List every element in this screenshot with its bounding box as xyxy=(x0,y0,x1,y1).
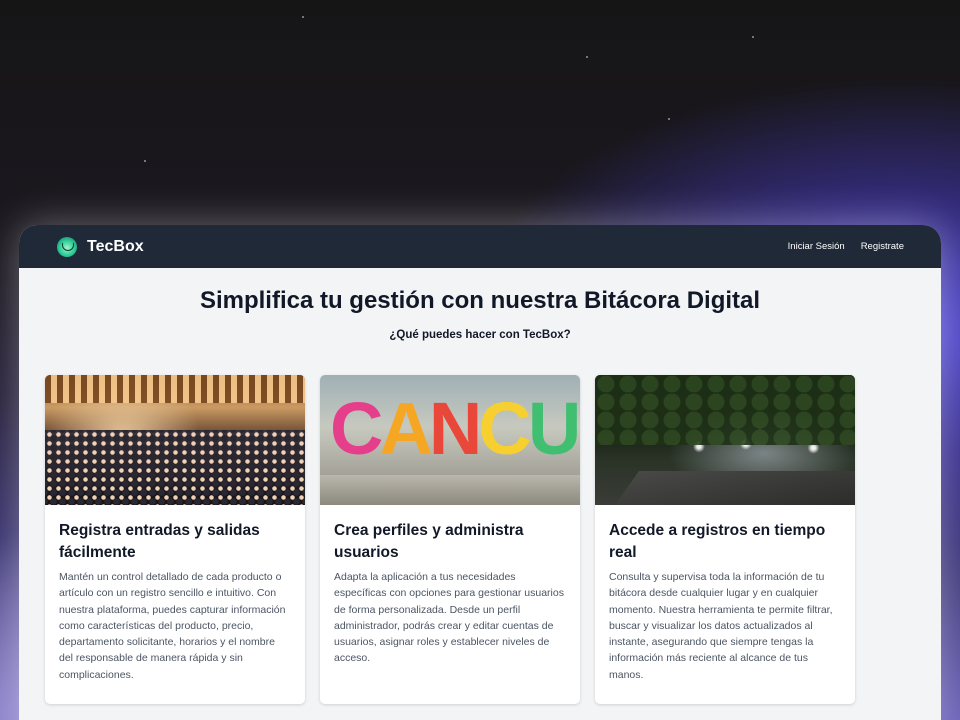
tecbox-logo-icon xyxy=(57,236,77,257)
card-text: Consulta y supervisa toda la información… xyxy=(609,571,833,681)
star xyxy=(668,118,670,120)
feature-cards: Registra entradas y salidas fácilmente M… xyxy=(45,375,855,704)
brand-name: TecBox xyxy=(87,237,144,255)
night-campus-photo xyxy=(595,375,855,505)
sign-letter: N xyxy=(428,387,482,470)
card-text: Mantén un control detallado de cada prod… xyxy=(59,571,286,681)
sign-letter: A xyxy=(379,387,432,470)
card-title: Accede a registros en tiempo real xyxy=(609,522,826,561)
feature-card-realtime: Accede a registros en tiempo real Consul… xyxy=(595,375,855,704)
graduation-photo xyxy=(45,375,305,505)
page-subtitle: ¿Qué puedes hacer con TecBox? xyxy=(389,329,571,341)
brand[interactable]: TecBox xyxy=(57,236,144,257)
star xyxy=(302,16,304,18)
feature-card-users: C A N C U N Crea perfiles y administra u… xyxy=(320,375,580,704)
sign-letter: C xyxy=(478,387,531,470)
card-title: Registra entradas y salidas fácilmente xyxy=(59,522,260,561)
card-body: Registra entradas y salidas fácilmente M… xyxy=(45,505,305,683)
app-window: TecBox Iniciar Sesión Registrate Simplif… xyxy=(19,225,941,720)
star xyxy=(144,160,146,162)
navbar: TecBox Iniciar Sesión Registrate xyxy=(19,225,941,268)
star xyxy=(752,36,754,38)
register-link[interactable]: Registrate xyxy=(861,241,904,252)
feature-card-entries: Registra entradas y salidas fácilmente M… xyxy=(45,375,305,704)
card-title: Crea perfiles y administra usuarios xyxy=(334,522,524,561)
sign-letter: U xyxy=(527,387,580,470)
card-body: Crea perfiles y administra usuarios Adap… xyxy=(320,505,580,667)
road-graphic xyxy=(615,471,855,505)
card-text: Adapta la aplicación a tus necesidades e… xyxy=(334,571,564,665)
cancun-letters: C A N C U N xyxy=(330,383,580,475)
login-link[interactable]: Iniciar Sesión xyxy=(788,241,845,252)
card-body: Accede a registros en tiempo real Consul… xyxy=(595,505,855,683)
sign-letter: C xyxy=(330,387,383,470)
trees-graphic xyxy=(595,375,855,445)
crowd-graphic xyxy=(45,430,305,505)
star xyxy=(586,56,588,58)
cancun-sign-photo: C A N C U N xyxy=(320,375,580,505)
nav-links: Iniciar Sesión Registrate xyxy=(788,241,904,252)
sign-plinth xyxy=(320,475,580,505)
sign-letter: N xyxy=(577,383,580,475)
page-title: Simplifica tu gestión con nuestra Bitáco… xyxy=(199,287,761,314)
